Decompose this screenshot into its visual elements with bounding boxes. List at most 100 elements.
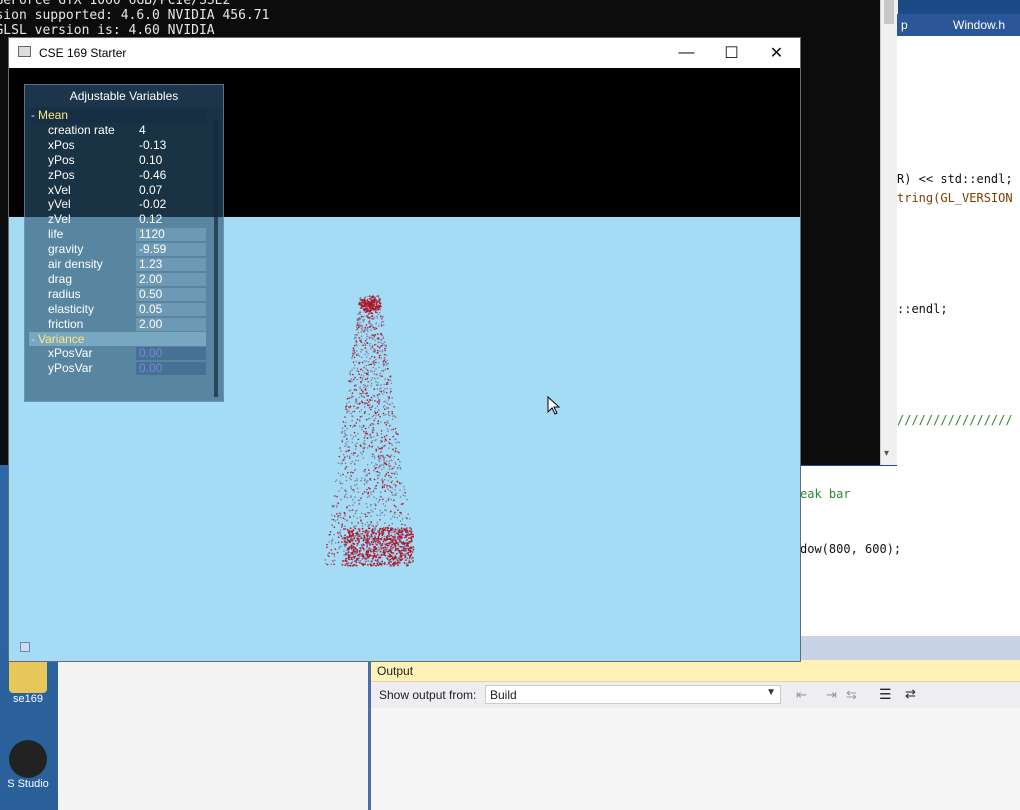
var-value[interactable]: 0.07	[136, 183, 206, 197]
var-ypos[interactable]: yPos 0.10	[29, 153, 206, 168]
chevron-down-icon[interactable]: ▾	[884, 448, 889, 459]
particle	[392, 435, 395, 438]
tweak-bar-scrollbar[interactable]	[214, 119, 218, 397]
var-elasticity[interactable]: elasticity 0.05	[29, 302, 206, 317]
group-label: Variance	[38, 331, 85, 346]
desktop-icon-obs[interactable]: S Studio	[0, 740, 56, 790]
particle	[389, 553, 391, 556]
tweak-bar-title[interactable]: Adjustable Variables	[25, 85, 223, 107]
particle	[331, 506, 334, 509]
particle	[388, 397, 391, 399]
particle	[373, 503, 376, 505]
output-text-area[interactable]	[371, 708, 1020, 810]
particle	[373, 455, 376, 458]
var-gravity[interactable]: gravity -9.59	[29, 242, 206, 257]
var-value[interactable]: 2.00	[136, 272, 206, 286]
var-value[interactable]: 2.00	[136, 317, 206, 331]
particle	[372, 427, 375, 429]
word-wrap-icon[interactable]: ⇄	[905, 686, 916, 702]
particle	[369, 307, 371, 310]
find-message-icon[interactable]: ⇆	[846, 687, 857, 703]
particle	[354, 351, 357, 354]
var-value[interactable]: 0.50	[136, 287, 206, 301]
particle	[352, 529, 355, 531]
prev-message-icon[interactable]: ⇤	[796, 687, 807, 703]
var-value[interactable]: -9.59	[136, 243, 206, 257]
particle	[352, 349, 354, 352]
code-editor-lower[interactable]: eak bar dow(800, 600);	[790, 466, 1020, 636]
particle	[368, 469, 370, 471]
tab-cpp[interactable]: p	[901, 16, 908, 34]
particle	[363, 440, 366, 442]
desktop-icon-folder[interactable]: se169	[0, 655, 56, 705]
particle	[326, 546, 328, 548]
var-value[interactable]: 4	[136, 123, 206, 137]
particle	[367, 560, 370, 562]
next-message-icon[interactable]: ⇥	[826, 687, 837, 703]
particle	[383, 383, 386, 386]
particle	[399, 496, 402, 498]
particle	[356, 509, 358, 512]
var-xpos[interactable]: xPos -0.13	[29, 138, 206, 153]
var-value[interactable]: -0.13	[136, 138, 206, 152]
tweak-bar[interactable]: Adjustable Variables - Mean creation rat…	[24, 84, 224, 402]
group-mean[interactable]: - Mean	[29, 108, 206, 123]
var-value[interactable]: 0.00	[136, 362, 206, 376]
scrollbar-thumb[interactable]	[884, 0, 894, 24]
var-drag[interactable]: drag 2.00	[29, 272, 206, 287]
particle	[382, 464, 385, 466]
particle	[396, 480, 399, 483]
var-value[interactable]: 0.05	[136, 302, 206, 316]
tab-window-h[interactable]: Window.h	[953, 16, 1005, 34]
particle	[357, 353, 359, 355]
particle	[358, 373, 360, 376]
particle	[407, 544, 409, 547]
particle	[387, 527, 389, 530]
particle	[341, 482, 344, 485]
var-value[interactable]: 0.10	[136, 153, 206, 167]
particle	[364, 344, 367, 346]
particle	[376, 308, 379, 311]
particle	[376, 523, 379, 526]
var-radius[interactable]: radius 0.50	[29, 287, 206, 302]
output-source-select[interactable]: Build ▼	[485, 685, 781, 704]
var-friction[interactable]: friction 2.00	[29, 317, 206, 332]
particle	[365, 430, 368, 433]
particle	[360, 393, 362, 395]
var-value[interactable]: 1.23	[136, 258, 206, 271]
particle	[373, 478, 376, 481]
particle	[400, 511, 402, 514]
var-xvel[interactable]: xVel 0.07	[29, 183, 206, 198]
var-yvel[interactable]: yVel -0.02	[29, 197, 206, 212]
particle	[348, 405, 350, 408]
var-value[interactable]: 0.12	[136, 213, 206, 226]
particle	[383, 458, 385, 461]
particle	[344, 514, 346, 517]
var-value[interactable]: -0.02	[136, 198, 206, 211]
particle	[397, 531, 400, 534]
tweakbar-iconify-button[interactable]	[20, 642, 30, 652]
particle	[369, 549, 372, 551]
var-value[interactable]: -0.46	[136, 168, 206, 182]
var-yposvar[interactable]: yPosVar 0.00	[29, 361, 206, 376]
particle	[348, 546, 351, 548]
var-air-density[interactable]: air density 1.23	[29, 257, 206, 272]
var-zvel[interactable]: zVel 0.12	[29, 212, 206, 227]
var-value[interactable]: 1120	[136, 228, 206, 242]
particle	[370, 533, 373, 536]
var-creation-rate[interactable]: creation rate 4	[29, 123, 206, 138]
group-variance[interactable]: - Variance	[29, 331, 206, 347]
var-zpos[interactable]: zPos -0.46	[29, 168, 206, 183]
clear-all-icon[interactable]: ☰	[879, 686, 892, 703]
particle	[398, 441, 401, 444]
code-editor[interactable]: R) << std::endl; tring(GL_VERSION ::endl…	[897, 36, 1020, 466]
particle	[355, 445, 357, 448]
console-scrollbar[interactable]: ▾	[880, 0, 898, 465]
particle	[352, 435, 355, 438]
var-life[interactable]: life 1120	[29, 227, 206, 242]
var-xposvar[interactable]: xPosVar 0.00	[29, 346, 206, 361]
particle	[379, 495, 382, 498]
particle	[351, 509, 354, 511]
var-value[interactable]: 0.00	[136, 347, 206, 361]
particle	[404, 559, 407, 561]
